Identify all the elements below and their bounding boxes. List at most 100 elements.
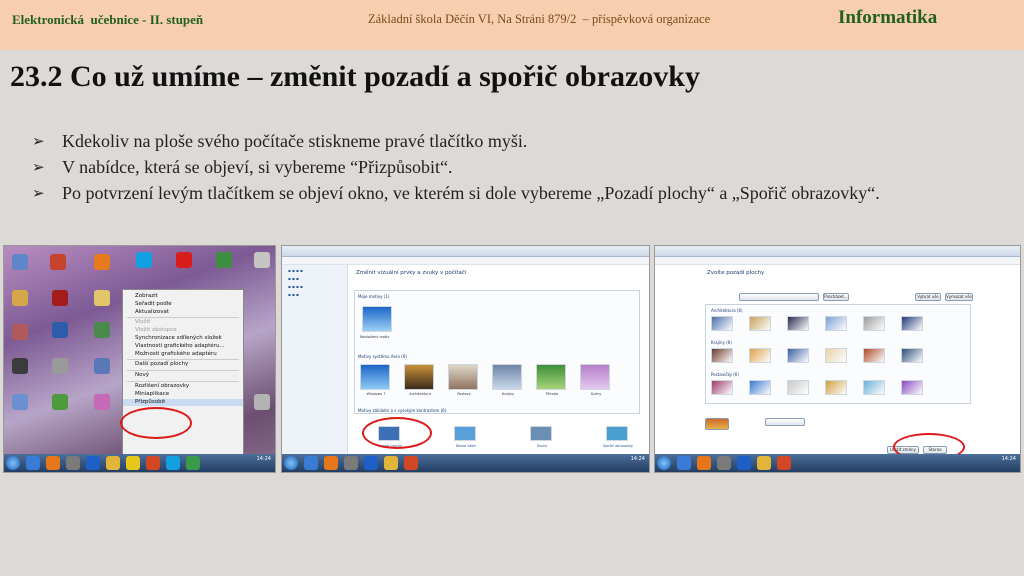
context-menu-item[interactable]: Vložit zástupce xyxy=(123,327,243,335)
wallpaper-thumbnail[interactable] xyxy=(787,348,809,363)
bullet-item: ➢ Po potvrzení levým tlačítkem se objeví … xyxy=(32,180,1012,206)
notes-icon[interactable] xyxy=(126,456,140,470)
position-preview[interactable] xyxy=(705,418,729,430)
wallpaper-thumbnail[interactable] xyxy=(825,348,847,363)
theme-thumbnail[interactable] xyxy=(580,364,610,390)
firefox-icon[interactable] xyxy=(324,456,338,470)
context-menu-item[interactable]: Rozlišení obrazovky xyxy=(123,383,243,391)
wallpaper-thumbnail[interactable] xyxy=(749,380,771,395)
theme-label: Scény xyxy=(590,392,602,396)
wallpaper-thumbnail[interactable] xyxy=(787,316,809,331)
wallpaper-thumbnail[interactable] xyxy=(711,348,733,363)
wallpaper-thumbnail[interactable] xyxy=(901,348,923,363)
arrow-bullet-icon: ➢ xyxy=(32,158,45,176)
explorer-icon[interactable] xyxy=(26,456,40,470)
media-icon[interactable] xyxy=(717,456,731,470)
taskbar: 14:24 xyxy=(282,454,649,472)
word-icon[interactable] xyxy=(86,456,100,470)
word-icon[interactable] xyxy=(364,456,378,470)
desktop-icon xyxy=(176,252,192,268)
setting-link[interactable]: Barva oken xyxy=(446,444,486,448)
highlight-circle xyxy=(362,417,432,449)
wallpaper-thumbnail[interactable] xyxy=(901,380,923,395)
context-menu-item[interactable]: Miniaplikace xyxy=(123,391,243,399)
nav-link[interactable]: ▪ ▪ ▪ ▪ xyxy=(282,281,347,289)
wallpaper-thumbnail[interactable] xyxy=(863,348,885,363)
wallpaper-group-label: Postavičky (6) xyxy=(711,372,739,377)
folder-icon[interactable] xyxy=(106,456,120,470)
setting-icon[interactable] xyxy=(530,426,552,441)
context-menu-item[interactable]: Synchronizace sdílených složek xyxy=(123,335,243,343)
context-menu-item[interactable]: Možnosti grafického adaptéru xyxy=(123,351,243,359)
setting-link[interactable]: Spořič obrazovky xyxy=(598,444,638,448)
folder-icon[interactable] xyxy=(384,456,398,470)
taskbar: 14:24 xyxy=(4,454,275,472)
context-menu-item[interactable]: Přizpůsobit xyxy=(123,398,243,407)
nav-link[interactable]: ▪ ▪ ▪ xyxy=(282,273,347,281)
clock: 14:24 xyxy=(256,456,271,462)
desktop-icon xyxy=(94,254,110,270)
desktop-icon xyxy=(94,394,110,410)
firefox-icon[interactable] xyxy=(697,456,711,470)
header-bar: Elektronická učebnice - II. stupeň Zákla… xyxy=(0,0,1024,50)
firefox-icon[interactable] xyxy=(46,456,60,470)
wallpaper-thumbnail[interactable] xyxy=(863,380,885,395)
personalization-window-screenshot: ▪ ▪ ▪ ▪ ▪ ▪ ▪ ▪ ▪ ▪ ▪ ▪ ▪ ▪ Změnit vizuá… xyxy=(281,245,650,473)
select-all-button[interactable]: Vybrat vše xyxy=(915,293,941,301)
bullet-text: Kdekoliv na ploše svého počítače stiskne… xyxy=(62,131,528,151)
theme-thumbnail[interactable] xyxy=(360,364,390,390)
browse-button[interactable]: Procházet... xyxy=(823,293,849,301)
setting-icon[interactable] xyxy=(606,426,628,441)
explorer-icon[interactable] xyxy=(677,456,691,470)
explorer-icon[interactable] xyxy=(304,456,318,470)
theme-thumbnail[interactable] xyxy=(492,364,522,390)
picture-location-select[interactable] xyxy=(739,293,819,301)
context-menu-item[interactable]: Zobrazit xyxy=(123,293,243,301)
interval-select[interactable] xyxy=(765,418,805,426)
wallpaper-thumbnail[interactable] xyxy=(749,316,771,331)
powerpoint-icon[interactable] xyxy=(777,456,791,470)
highlight-circle xyxy=(120,407,192,439)
wallpaper-thumbnail[interactable] xyxy=(825,380,847,395)
context-menu-item[interactable]: Aktualizovat xyxy=(123,309,243,317)
bullet-list: ➢ Kdekoliv na ploše svého počítače stiskn… xyxy=(32,128,1012,206)
wallpaper-thumbnail[interactable] xyxy=(901,316,923,331)
nav-link[interactable]: ▪ ▪ ▪ ▪ xyxy=(282,265,347,273)
theme-label: Postavy xyxy=(457,392,471,396)
start-button-icon[interactable] xyxy=(657,456,671,470)
wallpaper-thumbnail[interactable] xyxy=(825,316,847,331)
powerpoint-icon[interactable] xyxy=(404,456,418,470)
start-button-icon[interactable] xyxy=(6,456,20,470)
clock: 14:24 xyxy=(1001,456,1016,462)
clear-all-button[interactable]: Vymazat vše xyxy=(945,293,973,301)
theme-thumbnail[interactable] xyxy=(404,364,434,390)
setting-icon[interactable] xyxy=(454,426,476,441)
app-icon[interactable] xyxy=(186,456,200,470)
context-menu-item[interactable]: Seřadit podle xyxy=(123,301,243,309)
context-menu-item[interactable]: Další pozadí plochy xyxy=(123,361,243,369)
wallpaper-thumbnail[interactable] xyxy=(787,380,809,395)
word-icon[interactable] xyxy=(737,456,751,470)
desktop-icon xyxy=(50,254,66,270)
context-menu-item[interactable]: Nový xyxy=(123,372,243,380)
theme-label: Architektura xyxy=(409,392,431,396)
wallpaper-thumbnail[interactable] xyxy=(711,316,733,331)
nav-link[interactable]: ▪ ▪ ▪ xyxy=(282,289,347,297)
setting-link[interactable]: Zvuky xyxy=(522,444,562,448)
wallpaper-thumbnail[interactable] xyxy=(863,316,885,331)
wallpaper-thumbnail[interactable] xyxy=(711,380,733,395)
skype-icon[interactable] xyxy=(166,456,180,470)
powerpoint-icon[interactable] xyxy=(146,456,160,470)
wallpaper-group-label: Krajiny (6) xyxy=(711,340,732,345)
menu-bar xyxy=(655,257,1020,265)
wallpaper-thumbnail[interactable] xyxy=(749,348,771,363)
context-menu-item[interactable]: Vlastnosti grafického adaptéru... xyxy=(123,343,243,351)
theme-thumbnail[interactable] xyxy=(536,364,566,390)
media-icon[interactable] xyxy=(66,456,80,470)
folder-icon[interactable] xyxy=(757,456,771,470)
theme-label: Krajiny xyxy=(501,392,515,396)
theme-thumbnail[interactable] xyxy=(362,306,392,332)
start-button-icon[interactable] xyxy=(284,456,298,470)
theme-thumbnail[interactable] xyxy=(448,364,478,390)
media-icon[interactable] xyxy=(344,456,358,470)
